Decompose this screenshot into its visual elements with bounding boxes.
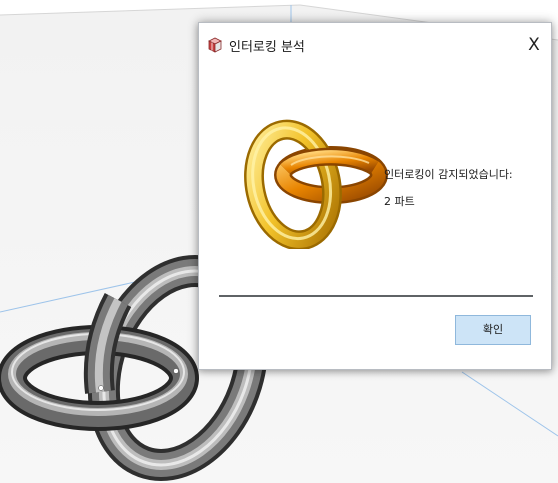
interlocked-rings-icon xyxy=(244,119,388,249)
box-icon xyxy=(207,36,223,54)
ok-button[interactable]: 확인 xyxy=(455,315,531,345)
vertex-marker[interactable] xyxy=(98,385,104,391)
dialog-titlebar[interactable]: 인터로킹 분석 X xyxy=(199,23,551,67)
dialog-title: 인터로킹 분석 xyxy=(229,40,305,55)
interlock-message: 인터로킹이 감지되었습니다: xyxy=(384,168,513,181)
vertex-marker[interactable] xyxy=(173,368,179,374)
divider xyxy=(219,295,533,297)
interlocking-dialog: 인터로킹 분석 X 인터로킹이 감지되었습니다: 2 파트 확인 xyxy=(198,22,552,370)
close-button[interactable]: X xyxy=(519,31,549,59)
part-count: 2 파트 xyxy=(384,195,415,208)
